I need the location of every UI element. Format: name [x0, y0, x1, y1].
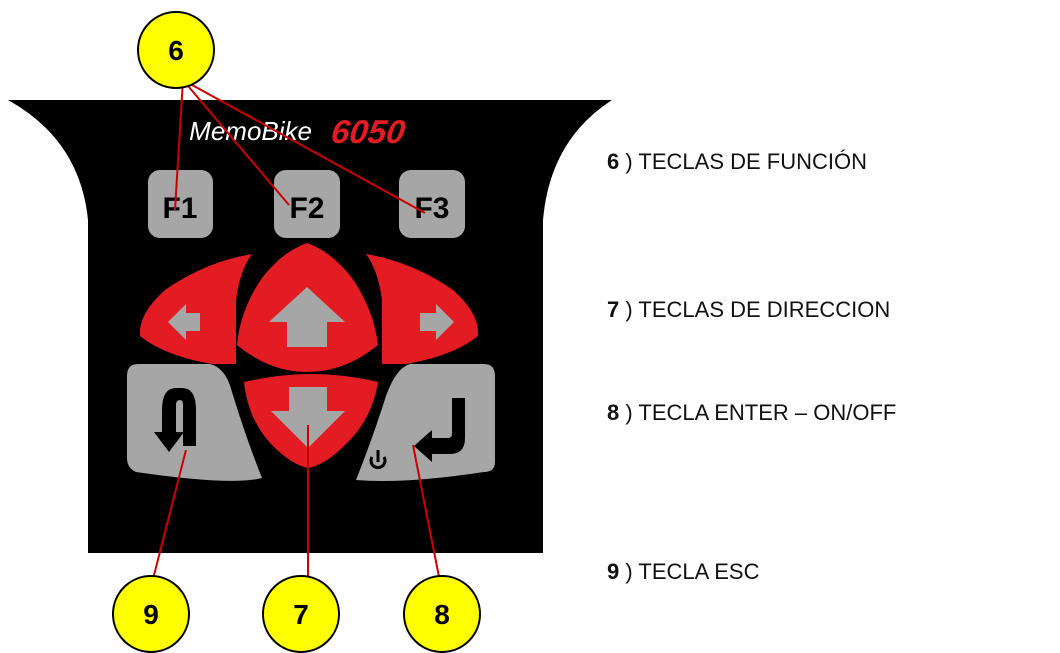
f1-key-label: F1	[162, 192, 197, 225]
callout-7: 7	[262, 575, 340, 653]
callout-9: 9	[112, 575, 190, 653]
callout-6: 6	[137, 11, 215, 89]
legend-number: 6	[607, 149, 620, 174]
legend-label: ) TECLA ENTER – ON/OFF	[625, 400, 897, 425]
callout-9-number: 9	[143, 599, 159, 630]
f2-key[interactable]: F2	[274, 170, 340, 238]
f3-key-label: F3	[414, 192, 449, 225]
callout-8: 8	[403, 575, 481, 653]
legend-label: ) TECLAS DE FUNCIÓN	[625, 149, 867, 174]
legend-item-enter-key: 8 ) TECLA ENTER – ON/OFF	[607, 400, 896, 426]
keypad-diagram: MemoBike 6050 F1 F2 F3 6 9 7 8	[8, 11, 612, 653]
legend-item-direction-keys: 7 ) TECLAS DE DIRECCION	[607, 297, 890, 323]
legend-label: ) TECLAS DE DIRECCION	[625, 297, 891, 322]
legend-number: 7	[607, 297, 620, 322]
f2-key-label: F2	[289, 192, 324, 225]
callout-7-number: 7	[293, 599, 309, 630]
legend-number: 8	[607, 400, 620, 425]
legend-number: 9	[607, 559, 620, 584]
legend-label: ) TECLA ESC	[625, 559, 760, 584]
callout-8-number: 8	[434, 599, 450, 630]
model-number: 6050	[329, 114, 408, 151]
f1-key[interactable]: F1	[148, 170, 213, 238]
callout-6-number: 6	[168, 35, 184, 66]
legend-item-function-keys: 6 ) TECLAS DE FUNCIÓN	[607, 149, 867, 175]
legend-item-esc-key: 9 ) TECLA ESC	[607, 559, 759, 585]
